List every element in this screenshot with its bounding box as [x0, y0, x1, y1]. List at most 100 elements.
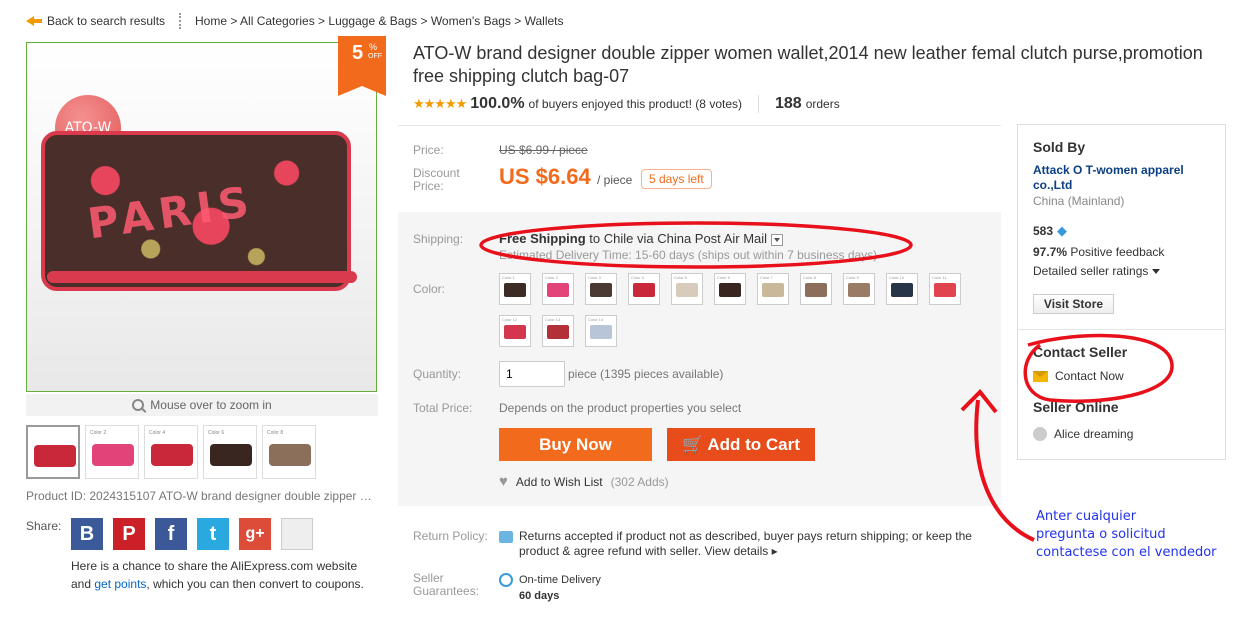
color-swatch[interactable]: Color 4 [628, 273, 660, 305]
chevron-down-icon[interactable] [771, 233, 784, 246]
color-swatch[interactable]: Color 5 [671, 273, 703, 305]
sold-by-heading: Sold By [1033, 139, 1086, 155]
guarantee-text: On-time Delivery 60 days [519, 572, 601, 604]
vk-icon[interactable]: B [71, 518, 103, 550]
swatch-wallet [590, 283, 612, 297]
visit-store-button[interactable]: Visit Store [1033, 294, 1114, 314]
per-piece: / piece [597, 173, 633, 187]
thumbnail-label: Color 8 [267, 430, 284, 436]
color-label: Color: [413, 282, 446, 296]
thumbnail[interactable] [26, 425, 80, 479]
email-icon[interactable] [281, 518, 313, 550]
wishlist-count: (302 Adds) [610, 474, 669, 489]
magnifier-icon [132, 399, 145, 411]
total-price-label: Total Price: [413, 401, 473, 415]
color-swatch[interactable]: Color 13 [542, 315, 574, 347]
swatch-label: Color 8 [803, 275, 816, 280]
quantity-label: Quantity: [413, 367, 462, 381]
return-policy-text: Returns accepted if product not as descr… [519, 529, 989, 559]
swatch-wallet [805, 283, 827, 297]
contact-now-link[interactable]: Contact Now [1033, 369, 1124, 383]
share-icons: B P f t g+ [71, 518, 313, 550]
swatch-wallet [633, 283, 655, 297]
rating-text[interactable]: of buyers enjoyed this product! (8 votes… [529, 97, 742, 111]
share-label: Share: [26, 519, 62, 533]
shipping-selector[interactable]: Free Shipping to Chile via China Post Ai… [499, 231, 784, 246]
color-swatch[interactable]: Color 9 [843, 273, 875, 305]
color-swatch[interactable]: Color 8 [800, 273, 832, 305]
return-icon [499, 531, 513, 543]
google-plus-icon[interactable]: g+ [239, 518, 271, 550]
color-swatch[interactable]: Color 10 [886, 273, 918, 305]
swatch-label: Color 4 [631, 275, 644, 280]
guarantee-days: 60 days [519, 590, 560, 602]
positive-feedback: 97.7% Positive feedback [1033, 245, 1164, 259]
back-arrow-icon [26, 15, 42, 27]
swatch-label: Color 9 [846, 275, 859, 280]
swatch-label: Color 13 [545, 317, 561, 322]
thumbnail-label: Color 6 [208, 430, 225, 436]
view-details-link[interactable]: View details ▸ [704, 544, 777, 558]
store-name-link[interactable]: Attack O T-women apparel co.,Ltd [1033, 163, 1213, 193]
seller-score: 583 ◆ [1033, 223, 1067, 239]
cart-icon: 🛒 [682, 434, 704, 454]
color-swatch[interactable]: Color 6 [714, 273, 746, 305]
orders-label: orders [805, 97, 840, 111]
breadcrumb[interactable]: Home > All Categories > Luggage & Bags >… [195, 14, 564, 28]
swatch-wallet [504, 283, 526, 297]
discount-number: 5 [352, 42, 364, 64]
quantity-input[interactable] [499, 361, 565, 387]
return-policy-label: Return Policy: [413, 529, 488, 543]
swatch-label: Color 11 [932, 275, 947, 280]
back-label: Back to search results [47, 14, 166, 28]
add-to-cart-button[interactable]: 🛒 Add to Cart [667, 428, 815, 461]
total-price-value: Depends on the product properties you se… [499, 401, 742, 415]
wishlist-label: Add to Wish List [515, 474, 603, 489]
thumbnail[interactable]: Color 6 [203, 425, 257, 479]
thumbnail-label: Color 4 [149, 430, 166, 436]
discount-off-text: OFF [368, 53, 382, 60]
discount-price-label: Discount Price: [413, 166, 460, 193]
swatch-wallet [719, 283, 741, 297]
price-label: Price: [413, 143, 444, 157]
main-product-image[interactable]: ATO-W PARIS [26, 42, 377, 392]
color-swatch[interactable]: Color 3 [585, 273, 617, 305]
swatch-label: Color 6 [717, 275, 730, 280]
color-swatch[interactable]: Color 11 [929, 273, 961, 305]
twitter-icon[interactable]: t [197, 518, 229, 550]
swatch-wallet [848, 283, 870, 297]
color-swatch[interactable]: Color 12 [499, 315, 531, 347]
thumbnail[interactable]: Color 8 [262, 425, 316, 479]
swatch-wallet [891, 283, 913, 297]
thumbnail[interactable]: Color 2 [85, 425, 139, 479]
contact-now-label: Contact Now [1055, 369, 1124, 383]
swatch-label: Color 7 [760, 275, 773, 280]
thumbnail[interactable]: Color 4 [144, 425, 198, 479]
offline-status-icon [1033, 427, 1047, 441]
online-user[interactable]: Alice dreaming [1033, 427, 1133, 441]
swatch-wallet [676, 283, 698, 297]
diamond-icon: ◆ [1057, 223, 1068, 238]
color-swatch[interactable]: Color 2 [542, 273, 574, 305]
handwritten-note: Anter cualquier pregunta o solicitud con… [1036, 508, 1217, 562]
swatch-label: Color 3 [588, 275, 601, 280]
color-swatch[interactable]: Color 1 [499, 273, 531, 305]
share-note-line1: Here is a chance to share the AliExpress… [71, 559, 358, 573]
discount-percent-sign: % [369, 42, 378, 52]
buy-now-button[interactable]: Buy Now [499, 428, 652, 461]
seller-online-heading: Seller Online [1033, 399, 1119, 415]
color-swatch[interactable]: Color 7 [757, 273, 789, 305]
get-points-link[interactable]: get points [94, 577, 146, 591]
note-line-3: contactese con el vendedor [1036, 545, 1217, 560]
pinterest-icon[interactable]: P [113, 518, 145, 550]
add-to-wishlist[interactable]: ♥ Add to Wish List (302 Adds) [499, 473, 669, 490]
facebook-icon[interactable]: f [155, 518, 187, 550]
color-swatch[interactable]: Color 14 [585, 315, 617, 347]
discount-price: US $6.64 [499, 164, 591, 189]
shipping-destination: to Chile via China Post Air Mail [585, 231, 768, 246]
detailed-ratings-dropdown[interactable]: Detailed seller ratings [1033, 264, 1161, 278]
back-to-search-link[interactable]: Back to search results [26, 14, 165, 28]
swatch-label: Color 5 [674, 275, 687, 280]
thumbnail-label: Color 2 [90, 430, 107, 436]
seller-divider [1018, 329, 1225, 330]
